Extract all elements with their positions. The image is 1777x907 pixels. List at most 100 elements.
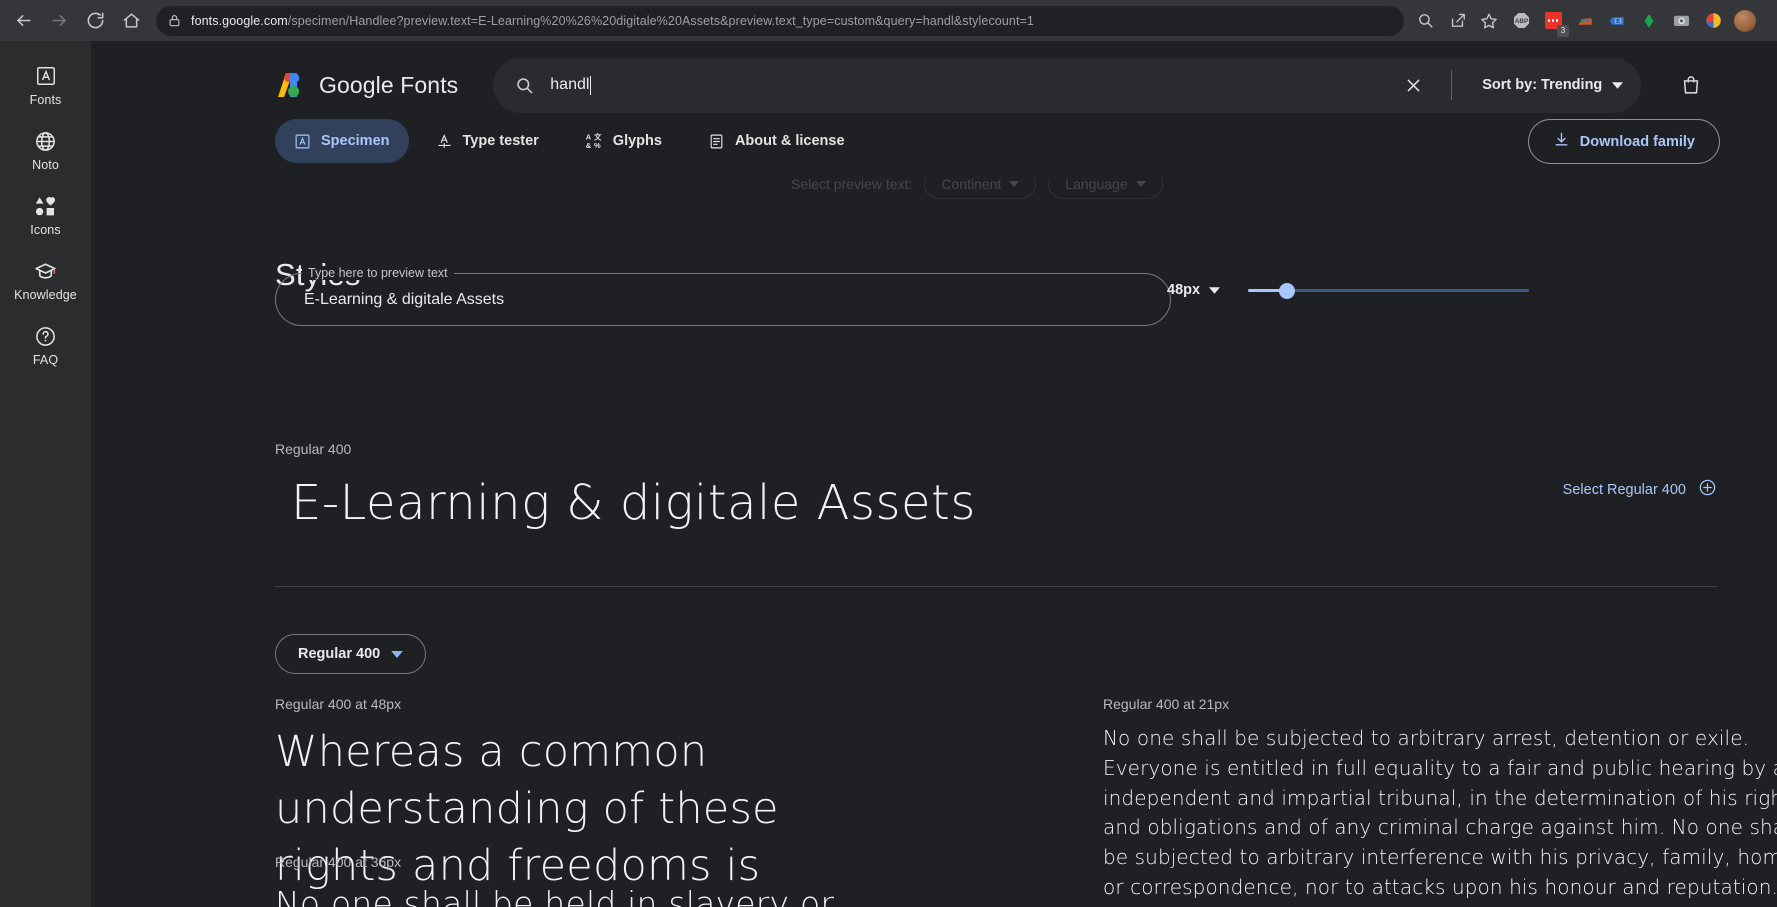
search-input-value: handl — [550, 76, 590, 93]
bookmark-star-icon[interactable] — [1474, 6, 1504, 36]
back-button[interactable] — [6, 4, 40, 38]
home-button[interactable] — [114, 4, 148, 38]
preview-text-input-label: Type here to preview text — [302, 266, 454, 280]
sample-caption: Regular 400 at 48px — [275, 696, 402, 712]
search-tabs-icon[interactable] — [1410, 6, 1440, 36]
glyphs-icon: A 文 & % — [585, 132, 603, 150]
forward-button[interactable] — [42, 4, 76, 38]
clear-search-icon[interactable] — [1404, 76, 1429, 95]
sidebar-item-noto[interactable]: Noto — [0, 128, 91, 172]
font-size-value: 48px — [1167, 282, 1201, 298]
search-bar[interactable]: handl Sort by: Trending — [493, 57, 1642, 113]
font-size-dropdown[interactable]: 48px — [1167, 282, 1221, 298]
language-label: Language — [1065, 176, 1128, 192]
select-style-label: Select Regular 400 — [1562, 481, 1686, 498]
text-caret — [590, 75, 592, 95]
sort-by-dropdown[interactable]: Sort by: Trending — [1482, 77, 1624, 93]
type-tester-icon — [436, 133, 453, 150]
weight-filter-dropdown[interactable]: Regular 400 — [275, 634, 427, 674]
search-input[interactable]: handl — [550, 75, 1388, 95]
letter-a-box-icon — [35, 63, 57, 89]
select-style-button[interactable]: Select Regular 400 — [1563, 478, 1717, 501]
sidebar-label-knowledge: Knowledge — [14, 288, 77, 302]
header-divider — [1451, 70, 1453, 100]
sidebar-item-faq[interactable]: FAQ — [0, 323, 91, 367]
browser-toolbar: fonts.google.com/specimen/Handlee?previe… — [0, 0, 1777, 41]
address-bar[interactable]: fonts.google.com/specimen/Handlee?previe… — [156, 5, 1404, 36]
tab-specimen[interactable]: Specimen — [275, 119, 409, 163]
sort-by-label: Sort by: Trending — [1482, 77, 1603, 93]
shopping-bag-icon[interactable] — [1669, 63, 1713, 107]
specimen-icon — [294, 133, 311, 150]
share-icon[interactable] — [1442, 6, 1472, 36]
tab-type-tester[interactable]: Type tester — [417, 119, 558, 163]
lock-icon — [168, 14, 181, 27]
address-bar-url: fonts.google.com/specimen/Handlee?previe… — [191, 13, 1034, 28]
specimen-weight-label: Regular 400 — [275, 441, 352, 457]
chevron-down-icon — [1009, 181, 1020, 187]
tab-label-specimen: Specimen — [321, 133, 390, 149]
specimen-tabs: Specimen Type tester A 文 & % Glyphs Abou… — [275, 119, 864, 163]
site-header: Google Fonts handl Sort by: Trending Spe… — [91, 41, 1777, 178]
globe-icon — [34, 128, 57, 154]
slider-thumb[interactable] — [1279, 283, 1296, 299]
download-family-button[interactable]: Download family — [1527, 119, 1720, 164]
style-specimen-row: Regular 400 E-Learning & digitale Assets… — [275, 441, 1717, 587]
blue-b-extension-icon[interactable]: B — [1602, 6, 1632, 36]
profile-avatar[interactable] — [1730, 6, 1760, 36]
svg-text:B: B — [1616, 18, 1620, 24]
search-icon — [515, 76, 534, 95]
sample-caption: Regular 400 at 21px — [1103, 696, 1230, 712]
font-size-slider[interactable] — [1248, 280, 1530, 300]
font-size-control: 48px — [1167, 280, 1530, 300]
extension-badge-count: 3 — [1557, 24, 1569, 37]
main-content: Select preview text: Continent Language — [91, 41, 1777, 907]
app-sidebar: Fonts Noto Icons Knowledge FAQ — [0, 41, 91, 907]
preview-text-input-value: E-Learning & digitale Assets — [304, 290, 505, 308]
sample-block-21px: Regular 400 at 21px No one shall be subj… — [1103, 696, 1777, 907]
google-fonts-wordmark: Google Fonts — [319, 71, 459, 98]
document-icon — [708, 133, 725, 150]
weight-filter-label: Regular 400 — [298, 646, 381, 662]
sidebar-label-faq: FAQ — [32, 353, 59, 367]
green-diamond-extension-icon[interactable] — [1634, 6, 1664, 36]
reload-button[interactable] — [78, 4, 112, 38]
sidebar-item-knowledge[interactable]: Knowledge — [0, 258, 91, 302]
chevron-down-icon — [1612, 81, 1624, 89]
preview-text-input[interactable]: Type here to preview text E-Learning & d… — [275, 266, 1171, 326]
home-icon — [123, 13, 139, 28]
screenshot-camera-extension-icon[interactable] — [1666, 6, 1696, 36]
continent-label: Continent — [941, 176, 1002, 192]
google-fonts-brand[interactable]: Google Fonts — [275, 70, 458, 100]
chevron-down-icon — [391, 650, 404, 658]
tab-about-license[interactable]: About & license — [689, 119, 864, 163]
download-icon — [1553, 131, 1570, 152]
globe-extension-icon[interactable] — [1698, 6, 1728, 36]
svg-text:ABP: ABP — [1514, 18, 1527, 25]
colorful-extension-icon[interactable] — [1570, 6, 1600, 36]
forward-arrow-icon — [51, 14, 66, 27]
select-preview-text-label: Select preview text: — [791, 176, 913, 192]
header-top-row: Google Fonts handl Sort by: Trending — [91, 57, 1777, 113]
plus-circle-icon — [1698, 478, 1717, 501]
tab-glyphs[interactable]: A 文 & % Glyphs — [566, 119, 681, 163]
chevron-down-icon — [1209, 286, 1221, 294]
chevron-down-icon — [1135, 181, 1146, 187]
tab-label-glyphs: Glyphs — [612, 133, 662, 149]
question-circle-icon — [34, 323, 57, 349]
sample-caption: Regular 400 at 36px — [275, 854, 402, 870]
browser-nav-buttons — [0, 4, 148, 38]
sidebar-label-icons: Icons — [30, 223, 61, 237]
sidebar-label-fonts: Fonts — [29, 93, 62, 107]
sample-block-36px: Regular 400 at 36px No one shall be held… — [275, 854, 895, 907]
red-extension-icon[interactable]: 3 — [1538, 6, 1569, 37]
sample-text: No one shall be subjected to arbitrary a… — [1103, 726, 1777, 907]
browser-action-icons: ABP 3 B — [1410, 6, 1760, 37]
sidebar-item-icons[interactable]: Icons — [0, 193, 91, 237]
adblock-plus-extension-icon[interactable]: ABP — [1506, 6, 1536, 36]
sample-text: No one shall be held in slavery or servi… — [275, 884, 835, 907]
download-family-label: Download family — [1579, 133, 1695, 150]
sidebar-item-fonts[interactable]: Fonts — [0, 63, 91, 107]
svg-text:%: % — [594, 141, 601, 150]
svg-text:&: & — [586, 141, 592, 150]
